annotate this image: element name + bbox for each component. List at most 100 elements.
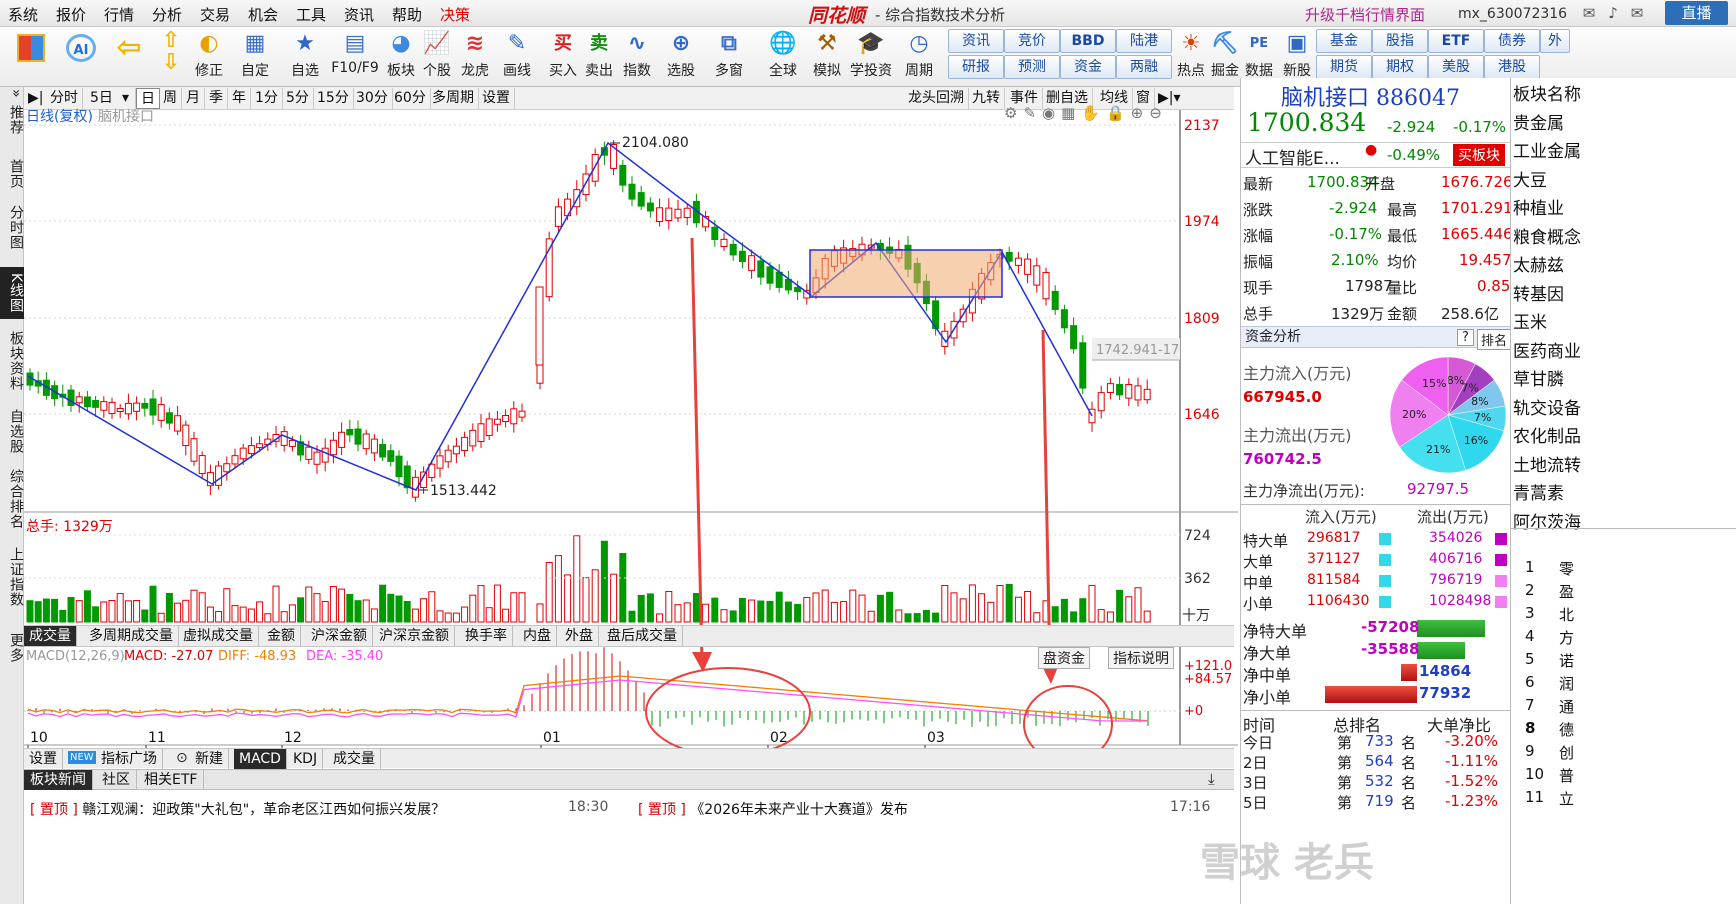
user-id[interactable]: mx_630072316 (1458, 6, 1567, 22)
chart-tools-icons[interactable]: ⚙✎◉▦✋🔒⊕⊖ (1004, 104, 1168, 122)
candle-body (485, 418, 493, 436)
help-button[interactable]: ? (1457, 329, 1474, 346)
pie-label: 7% (1474, 411, 1491, 424)
toolbar-bond-button[interactable]: 债券 (1484, 29, 1540, 53)
tab-sector-news[interactable]: 板块新闻 (24, 770, 93, 790)
candle-body (190, 438, 198, 462)
rank-name-char[interactable]: 创 (1559, 742, 1574, 763)
tab-hs-amount[interactable]: 沪深金额 (306, 626, 373, 646)
net-outflow-value: 92797.5 (1407, 480, 1470, 498)
volume-bar (165, 592, 173, 623)
news-tabs: 板块新闻 社区 相关ETF ⤓ (24, 769, 1234, 790)
volume-bar (1143, 610, 1151, 623)
bell-icon[interactable]: ♪ (1604, 4, 1622, 22)
net-bar (1325, 686, 1417, 703)
sector-list-item[interactable]: 轨交设备 (1513, 394, 1581, 419)
volume-bar (485, 607, 493, 623)
ind-macd[interactable]: MACD (234, 749, 287, 769)
sector-list-item[interactable]: 太赫兹 (1513, 251, 1564, 276)
sector-list-item[interactable]: 转基因 (1513, 280, 1564, 305)
toolbar-usstock-button[interactable]: 美股 (1428, 55, 1484, 79)
candle-body (247, 445, 255, 455)
download-icon[interactable]: ⤓ (1208, 770, 1215, 788)
sector-list-item[interactable]: 玉米 (1513, 308, 1547, 333)
sector-list-item[interactable]: 医药商业 (1513, 337, 1581, 362)
toolbar-fund2-button[interactable]: 基金 (1316, 29, 1372, 53)
volume-bar (610, 573, 618, 623)
mail-icon[interactable]: ✉ (1580, 4, 1598, 22)
sector-list-item[interactable]: 青蒿素 (1513, 479, 1564, 504)
live-button[interactable]: 直播 (1665, 1, 1728, 25)
sector-list-item[interactable]: 大豆 (1513, 166, 1547, 191)
tab-after-volume[interactable]: 盘后成交量 (602, 626, 683, 646)
tab-outer[interactable]: 外盘 (560, 626, 599, 646)
message-icon[interactable]: ✉ (1628, 4, 1646, 22)
volume-bar (141, 609, 149, 623)
tab-volume[interactable]: 成交量 (24, 626, 77, 646)
tab-related-etf[interactable]: 相关ETF (138, 770, 205, 790)
volume-tick-label: 362 (1184, 571, 1211, 587)
toolbar-etf-button[interactable]: ETF (1428, 29, 1484, 53)
flow-out-value: 354026 (1429, 530, 1483, 546)
sector-list-item[interactable]: 土地流转 (1513, 451, 1581, 476)
volume-bar (100, 601, 108, 623)
rank-row: 3日 第 532 名 -1.52% (1241, 772, 1511, 792)
rank-name-char[interactable]: 润 (1559, 673, 1574, 694)
fund-rank-button[interactable]: 排名 (1477, 329, 1512, 350)
volume-bar (582, 577, 590, 623)
sector-list-item[interactable]: 草甘膦 (1513, 365, 1564, 390)
flow-in-value: 1106430 (1307, 593, 1370, 609)
pie-label: 7% (1461, 382, 1478, 395)
tab-community[interactable]: 社区 (96, 770, 137, 790)
rank-name-char[interactable]: 诺 (1559, 650, 1574, 671)
rank-name-char[interactable]: 普 (1559, 765, 1574, 786)
sector-list-item[interactable]: 农化制品 (1513, 422, 1581, 447)
rank-name-char[interactable]: 方 (1559, 627, 1574, 648)
rank-name-char[interactable]: 通 (1559, 696, 1574, 717)
volume-bar (794, 603, 802, 623)
sector-list-item[interactable]: 粮食概念 (1513, 223, 1581, 248)
toolbar-options-button[interactable]: 期权 (1372, 55, 1428, 79)
indicator-help-button[interactable]: 指标说明 (1108, 647, 1174, 669)
tab-hsj-amount[interactable]: 沪深京金额 (374, 626, 455, 646)
ind-kdj[interactable]: KDJ (288, 749, 324, 769)
tab-inner[interactable]: 内盘 (518, 626, 557, 646)
news-item[interactable]: [ 置顶 ] 赣江观澜：迎政策"大礼包"，革命老区江西如何振兴发展？ (30, 799, 445, 819)
ind-square[interactable]: 指标广场 (96, 749, 163, 769)
volume-bar (174, 602, 182, 623)
ind-volume[interactable]: 成交量 (328, 749, 381, 769)
upgrade-link[interactable]: 升级千档行情界面 (1305, 4, 1425, 25)
rank-number: 5 (1525, 650, 1535, 668)
sector-list-item[interactable]: 种植业 (1513, 194, 1564, 219)
tab-turnover[interactable]: 换手率 (460, 626, 513, 646)
volume-bar (812, 592, 820, 623)
toolbar-stockindex-button[interactable]: 股指 (1372, 29, 1428, 53)
sector-list-item[interactable]: 工业金属 (1513, 137, 1581, 162)
fund-flow-button[interactable]: 盘资金 (1038, 647, 1090, 669)
sector-list-item[interactable]: 贵金属 (1513, 109, 1564, 134)
tab-amount[interactable]: 金额 (262, 626, 301, 646)
magenta-swatch (1495, 596, 1507, 608)
candle-body (149, 398, 157, 416)
rank-name-char[interactable]: 盈 (1559, 581, 1574, 602)
tab-virtual-volume[interactable]: 虚拟成交量 (178, 626, 259, 646)
candle-body (711, 226, 719, 241)
volume-bar (830, 601, 838, 623)
tab-multi-volume[interactable]: 多周期成交量 (84, 626, 179, 646)
related-sector[interactable]: 人工智能E... (1245, 144, 1340, 169)
rank-number: 11 (1525, 788, 1545, 806)
ind-settings[interactable]: 设置 (24, 749, 63, 769)
toolbar-futures-button[interactable]: 期货 (1316, 55, 1372, 79)
rank-name-char[interactable]: 德 (1559, 719, 1574, 740)
volume-bar (493, 584, 501, 623)
toolbar-hkstock-button[interactable]: 港股 (1484, 55, 1540, 79)
rank-name-char[interactable]: 立 (1559, 788, 1574, 809)
rank-name-char[interactable]: 零 (1559, 558, 1574, 579)
ind-new[interactable]: 新建 (190, 749, 229, 769)
rank-name-char[interactable]: 北 (1559, 604, 1574, 625)
news-item[interactable]: [ 置顶 ] 《2026年未来产业十大赛道》发布 (638, 799, 908, 819)
toolbar-ipo-button[interactable]: ▣ 新股 (1272, 30, 1322, 84)
toolbar-more-button[interactable]: 外 (1540, 29, 1570, 53)
volume-bar (157, 612, 165, 623)
buy-sector-button[interactable]: 买板块 (1453, 144, 1505, 166)
